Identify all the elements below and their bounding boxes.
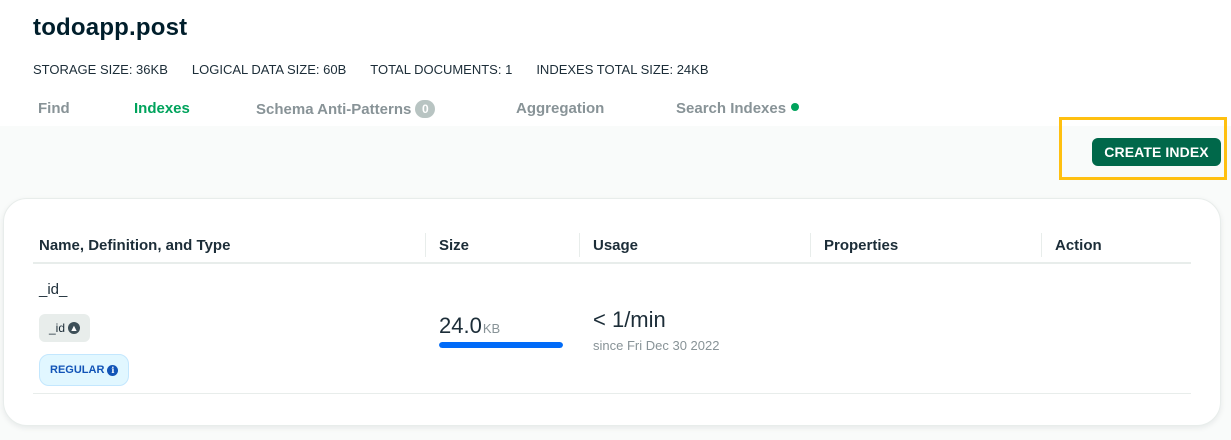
tab-find[interactable]: Find — [38, 100, 70, 117]
stat-total-documents: TOTAL DOCUMENTS: 1 — [370, 62, 513, 77]
index-size: 24.0KB — [439, 313, 500, 339]
stat-storage-size: STORAGE SIZE: 36KB — [33, 62, 168, 77]
tab-schema-anti-patterns[interactable]: Schema Anti-Patterns 0 — [256, 100, 436, 118]
arrow-up-icon: ▲ — [68, 322, 81, 334]
collection-stats: STORAGE SIZE: 36KB LOGICAL DATA SIZE: 60… — [33, 62, 709, 77]
schema-count-badge: 0 — [415, 100, 436, 118]
column-divider — [425, 233, 426, 257]
index-size-bar-fill — [439, 342, 563, 348]
collection-title: todoapp.post — [33, 14, 188, 41]
stat-logical-data-size: LOGICAL DATA SIZE: 60B — [191, 62, 347, 77]
column-header-size[interactable]: Size — [439, 237, 469, 254]
indexes-table: Name, Definition, and Type Size Usage Pr… — [3, 198, 1221, 426]
tab-search-label: Search Indexes — [676, 100, 787, 117]
column-header-usage[interactable]: Usage — [593, 237, 638, 254]
index-size-unit: KB — [482, 321, 501, 336]
column-header-name[interactable]: Name, Definition, and Type — [39, 237, 230, 254]
header-divider — [33, 262, 1191, 264]
index-size-value: 24.0 — [439, 313, 482, 338]
create-index-button[interactable]: CREATE INDEX — [1092, 138, 1221, 166]
tab-schema-label: Schema Anti-Patterns — [256, 101, 412, 118]
column-header-properties[interactable]: Properties — [824, 237, 898, 254]
index-key-chip: _id ▲ — [39, 314, 91, 342]
info-icon[interactable]: i — [107, 364, 119, 376]
index-type-label: REGULAR — [50, 364, 105, 376]
column-header-action: Action — [1055, 237, 1102, 254]
stat-indexes-total-size: INDEXES TOTAL SIZE: 24KB — [536, 62, 709, 77]
column-divider — [1041, 233, 1042, 257]
column-divider — [810, 233, 811, 257]
index-name: _id_ — [39, 281, 68, 298]
tab-search-indexes[interactable]: Search Indexes — [676, 100, 800, 117]
status-dot-icon — [791, 103, 800, 111]
column-divider — [579, 233, 580, 257]
index-usage-since: since Fri Dec 30 2022 — [593, 338, 720, 353]
index-key-label: _id — [49, 321, 66, 335]
tab-aggregation[interactable]: Aggregation — [516, 100, 604, 117]
collection-header: todoapp.post STORAGE SIZE: 36KB LOGICAL … — [0, 0, 1231, 126]
index-size-bar — [439, 342, 563, 348]
row-divider — [33, 393, 1191, 394]
index-type-badge[interactable]: REGULAR i — [39, 354, 130, 386]
index-usage: < 1/min — [593, 307, 666, 332]
tab-indexes[interactable]: Indexes — [134, 100, 190, 117]
